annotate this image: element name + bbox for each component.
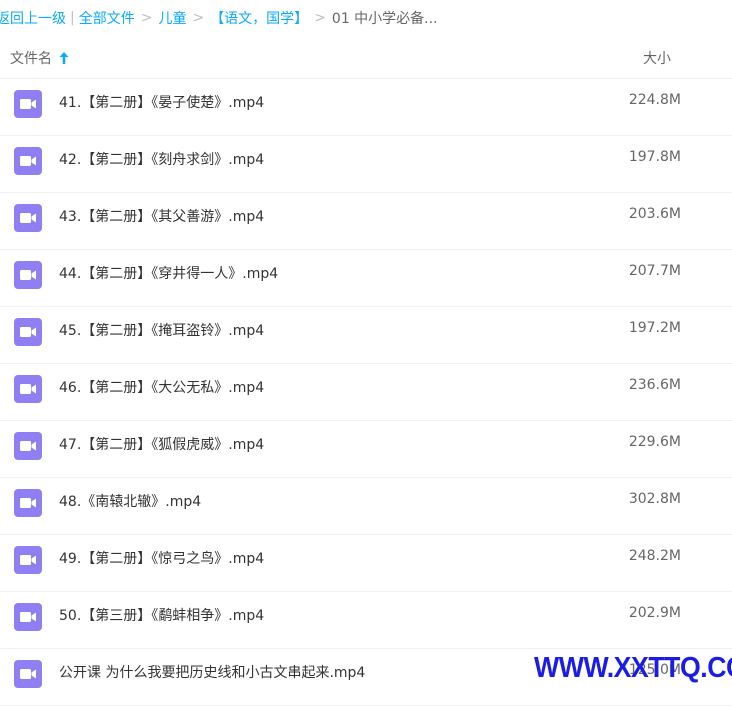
file-size: 197.2M (628, 320, 681, 336)
file-name[interactable]: 44.【第二册】《穿井得一人》.mp4 (59, 263, 278, 283)
video-file-icon (14, 204, 42, 232)
video-file-icon (14, 489, 42, 517)
file-row[interactable]: 44.【第二册】《穿井得一人》.mp4 207.7M (0, 250, 732, 307)
video-file-icon (14, 318, 42, 346)
site-watermark: WWW.XXTTQ.COM (534, 652, 732, 684)
breadcrumb-category-link[interactable]: 【语文，国学】 (210, 8, 308, 28)
breadcrumb-current-folder: 01 中小学必备... (331, 11, 438, 27)
file-row[interactable]: 49.【第二册】《惊弓之鸟》.mp4 248.2M (0, 535, 732, 592)
breadcrumb-chevron-icon: > (140, 10, 153, 26)
file-name[interactable]: 46.【第二册】《大公无私》.mp4 (59, 377, 264, 397)
video-file-icon (14, 90, 42, 118)
file-list-header: 文件名 大小 (0, 38, 732, 79)
video-file-icon (14, 432, 42, 460)
file-name[interactable]: 公开课 为什么我要把历史线和小古文串起来.mp4 (59, 662, 365, 682)
file-row[interactable]: 48.《南辕北辙》.mp4 302.8M (0, 478, 732, 535)
file-name[interactable]: 41.【第二册】《晏子使楚》.mp4 (59, 92, 264, 112)
video-file-icon (14, 603, 42, 631)
file-row[interactable]: 42.【第二册】《刻舟求剑》.mp4 197.8M (0, 136, 732, 193)
video-file-icon (14, 147, 42, 175)
file-row[interactable]: 47.【第二册】《狐假虎威》.mp4 229.6M (0, 421, 732, 478)
size-column-header[interactable]: 大小 (643, 48, 671, 68)
file-name[interactable]: 48.《南辕北辙》.mp4 (59, 491, 201, 511)
column-name-label: 文件名 (10, 51, 52, 67)
file-name[interactable]: 49.【第二册】《惊弓之鸟》.mp4 (59, 548, 264, 568)
breadcrumb-divider: | (70, 10, 75, 26)
sort-ascending-icon (59, 52, 69, 64)
breadcrumb-back-link[interactable]: 返回上一级 (0, 8, 66, 28)
file-name[interactable]: 47.【第二册】《狐假虎威》.mp4 (59, 434, 264, 454)
breadcrumb-chevron-icon: > (192, 10, 205, 26)
file-size: 229.6M (628, 434, 681, 450)
file-list: 41.【第二册】《晏子使楚》.mp4 224.8M 42.【第二册】《刻舟求剑》.m… (0, 79, 732, 706)
file-size: 203.6M (628, 206, 681, 222)
file-size: 197.8M (628, 149, 681, 165)
video-file-icon (14, 660, 42, 688)
file-name[interactable]: 42.【第二册】《刻舟求剑》.mp4 (59, 149, 264, 169)
breadcrumb-chevron-icon: > (314, 10, 326, 26)
file-size: 202.9M (628, 605, 681, 621)
file-size: 207.7M (628, 263, 681, 279)
file-size: 236.6M (628, 377, 681, 393)
sort-by-name-header[interactable]: 文件名 (10, 48, 70, 68)
file-size: 248.2M (628, 548, 681, 564)
file-name[interactable]: 43.【第二册】《其父善游》.mp4 (59, 206, 264, 226)
file-row[interactable]: 46.【第二册】《大公无私》.mp4 236.6M (0, 364, 732, 421)
video-file-icon (14, 546, 42, 574)
file-size: 302.8M (628, 491, 681, 507)
file-row[interactable]: 50.【第三册】《鹬蚌相争》.mp4 202.9M (0, 592, 732, 649)
file-row[interactable]: 43.【第二册】《其父善游》.mp4 203.6M (0, 193, 732, 250)
breadcrumb-all-files-link[interactable]: 全部文件 (79, 8, 135, 28)
breadcrumb-child-link[interactable]: 儿童 (158, 8, 186, 28)
file-size: 224.8M (628, 92, 681, 108)
file-name[interactable]: 50.【第三册】《鹬蚌相争》.mp4 (59, 605, 264, 625)
file-row[interactable]: 41.【第二册】《晏子使楚》.mp4 224.8M (0, 79, 732, 136)
video-file-icon (14, 261, 42, 289)
breadcrumb: 返回上一级 | 全部文件 > 儿童 > 【语文，国学】 > 01 中小学必备..… (0, 0, 732, 36)
file-name[interactable]: 45.【第二册】《掩耳盗铃》.mp4 (59, 320, 264, 340)
file-row[interactable]: 45.【第二册】《掩耳盗铃》.mp4 197.2M (0, 307, 732, 364)
video-file-icon (14, 375, 42, 403)
